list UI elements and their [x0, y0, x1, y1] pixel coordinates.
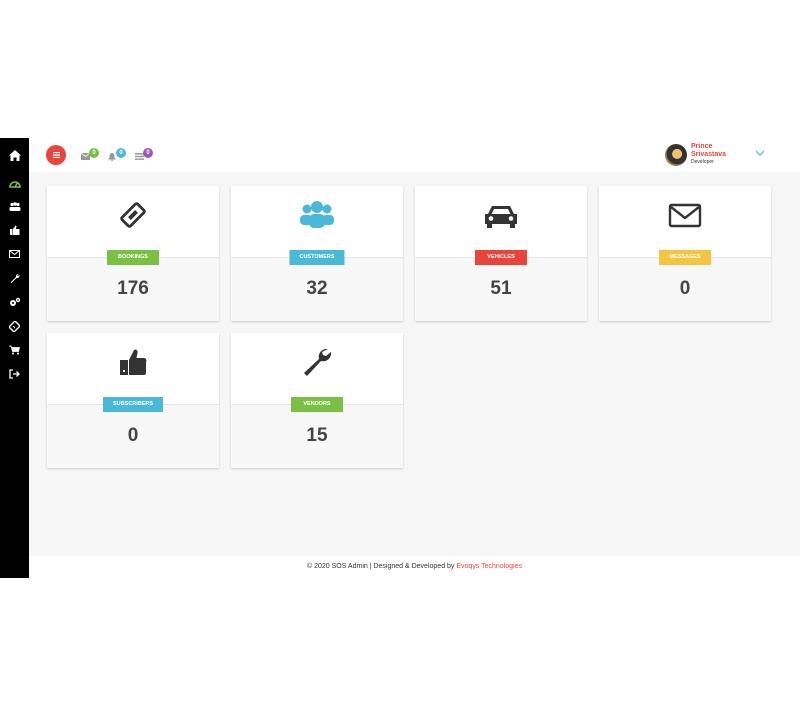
card-value: 32 — [306, 278, 328, 299]
tasks-count-badge: 0 — [143, 148, 153, 158]
sidebar-item-orders[interactable] — [0, 339, 29, 361]
sidebar-item-messages[interactable] — [0, 243, 29, 265]
thumbs-up-icon — [9, 225, 19, 235]
sidebar-item-subscribers[interactable] — [0, 219, 29, 241]
alerts-count-badge: 0 — [116, 148, 126, 158]
footer: © 2020 SOS Admin | Designed & Developed … — [29, 556, 800, 578]
card-label: MESSAGES — [659, 250, 711, 265]
sidebar-item-users[interactable] — [0, 195, 29, 217]
messages-notification[interactable]: 0 — [81, 148, 103, 164]
stat-card-vehicles[interactable]: VEHICLES 51 — [415, 186, 587, 321]
stat-card-vendors[interactable]: VENDORS 15 — [231, 333, 403, 468]
users-icon — [9, 201, 20, 211]
card-value: 0 — [679, 278, 691, 299]
stat-card-messages[interactable]: MESSAGES 0 — [599, 186, 771, 321]
wrench-icon — [304, 348, 332, 376]
card-label: VEHICLES — [475, 250, 527, 265]
ticket-icon — [9, 320, 20, 332]
alerts-notification[interactable]: 0 — [108, 148, 130, 164]
user-profile[interactable]: Prince Srivastava Developer — [665, 143, 731, 171]
messages-count-badge: 0 — [89, 148, 99, 158]
thumbs-up-icon — [120, 349, 147, 375]
users-icon — [300, 201, 334, 228]
user-name: Prince Srivastava — [691, 143, 727, 158]
sidebar-item-logout[interactable] — [0, 363, 29, 385]
dashboard-content: BOOKINGS 176 CUSTOMERS 32 VEHICLES 51 ME… — [29, 172, 800, 556]
wrench-icon — [10, 273, 20, 283]
card-label: VENDORS — [291, 397, 343, 412]
card-value: 0 — [127, 425, 139, 446]
stat-card-customers[interactable]: CUSTOMERS 32 — [231, 186, 403, 321]
sidebar-item-dashboard[interactable] — [0, 172, 29, 194]
footer-text: © 2020 SOS Admin | Designed & Developed … — [306, 563, 457, 570]
card-label: CUSTOMERS — [289, 250, 345, 265]
card-value: 176 — [117, 278, 149, 299]
bell-icon — [108, 153, 116, 161]
footer-brand-link[interactable]: Evoqys Technologies — [456, 563, 522, 570]
stat-card-subscribers[interactable]: SUBSCRIBERS 0 — [47, 333, 219, 468]
sign-out-icon — [9, 369, 20, 379]
user-role: Developer — [691, 159, 714, 165]
gears-icon — [9, 297, 20, 306]
ticket-icon — [120, 202, 146, 228]
envelope-icon — [668, 203, 702, 228]
menu-toggle-button[interactable] — [46, 145, 66, 165]
sidebar-item-vendors[interactable] — [0, 267, 29, 289]
cart-icon — [9, 345, 20, 355]
sidebar-item-settings[interactable] — [0, 291, 29, 313]
sidebar — [0, 138, 29, 578]
stat-card-bookings[interactable]: BOOKINGS 176 — [47, 186, 219, 321]
card-label: SUBSCRIBERS — [102, 397, 164, 412]
admin-app: 0 0 0 Prince Srivastava Developer BOOKIN… — [0, 138, 800, 578]
card-label: BOOKINGS — [107, 250, 159, 265]
hamburger-icon — [52, 152, 60, 158]
avatar — [665, 144, 687, 166]
car-icon — [485, 206, 517, 228]
tasks-notification[interactable]: 0 — [135, 148, 157, 164]
dashboard-icon — [8, 180, 21, 188]
card-value: 51 — [490, 278, 512, 299]
chevron-down-icon[interactable] — [755, 150, 765, 156]
topbar: 0 0 0 Prince Srivastava Developer — [29, 138, 800, 172]
envelope-icon — [9, 250, 20, 258]
card-value: 15 — [306, 425, 328, 446]
sidebar-item-bookings[interactable] — [0, 315, 29, 337]
home-icon — [8, 149, 21, 161]
sidebar-item-home[interactable] — [0, 144, 29, 166]
